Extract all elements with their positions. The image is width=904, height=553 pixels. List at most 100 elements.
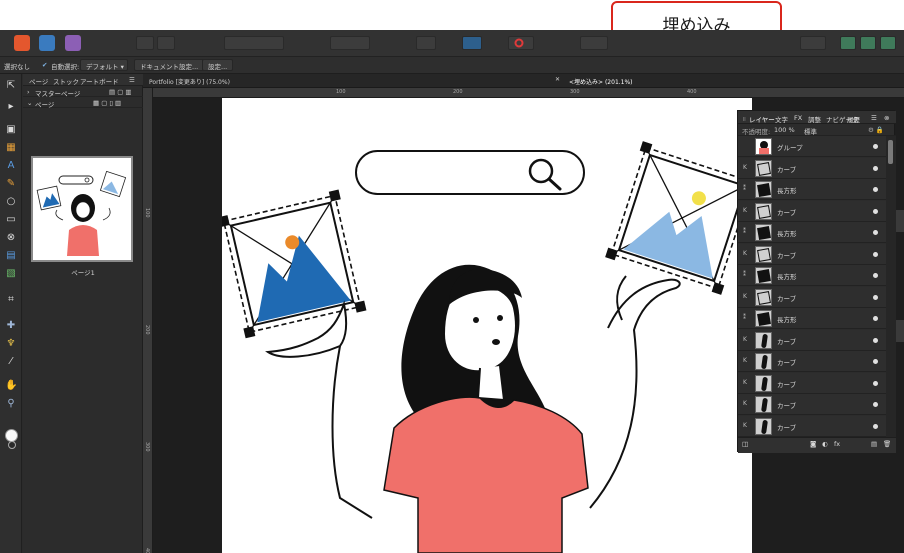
tab-layers[interactable]: レイヤー	[749, 114, 775, 124]
layer-row[interactable]: ⁑ 長方形	[738, 308, 886, 329]
ellipse-tool-icon[interactable]: ○	[5, 196, 17, 208]
layer-row[interactable]: K カーブ	[738, 415, 886, 437]
document-page[interactable]	[222, 98, 752, 553]
tab-artboards[interactable]: アートボード	[80, 76, 119, 86]
place-tool-icon[interactable]: ▧	[5, 268, 17, 280]
rectangle-tool-icon[interactable]: ▭	[5, 214, 17, 226]
zoom-tool-icon[interactable]: ⚲	[5, 398, 17, 410]
color-picker-tool-icon[interactable]: ▦	[5, 142, 17, 154]
auto-select-dropdown[interactable]: デフォルト ▾	[80, 59, 128, 71]
fx-layer-icon[interactable]: fx	[834, 440, 840, 448]
preferences-button[interactable]: 設定...	[202, 59, 234, 71]
mask-layer-icon[interactable]: ◙	[810, 440, 816, 448]
page-thumbnail[interactable]	[31, 156, 133, 262]
layers-scrollbar[interactable]	[886, 136, 896, 437]
blend-mode-dropdown[interactable]: 標準	[804, 126, 817, 136]
hand-tool-icon[interactable]: ✋	[5, 380, 17, 392]
move-tool-icon[interactable]: ⇱	[5, 80, 17, 92]
crop-tool-icon[interactable]: ⌗	[5, 294, 17, 306]
shape-tool-icon[interactable]: ⊗	[5, 232, 17, 244]
panel-menu-icon[interactable]: ☰	[871, 114, 877, 122]
image-tool-icon[interactable]: ▤	[5, 250, 17, 262]
layer-row[interactable]: K カーブ	[738, 351, 886, 372]
layer-name: 長方形	[777, 187, 797, 195]
layer-row[interactable]: ⁑ 長方形	[738, 265, 886, 286]
layer-visibility-toggle[interactable]	[873, 359, 878, 364]
layer-visibility-toggle[interactable]	[873, 294, 878, 300]
layer-row[interactable]: K カーブ	[738, 329, 886, 351]
panel-menu-icon[interactable]: ☰	[129, 76, 135, 84]
layer-visibility-toggle[interactable]	[873, 337, 878, 343]
layer-visibility-toggle[interactable]	[873, 187, 878, 192]
layer-visibility-toggle[interactable]	[873, 402, 878, 407]
snapping-icon[interactable]	[462, 36, 482, 50]
layer-row[interactable]: K カーブ	[738, 243, 886, 265]
layer-visibility-toggle[interactable]	[873, 144, 878, 149]
tab-history[interactable]: 履歴	[847, 114, 860, 124]
layer-row[interactable]: グループ	[738, 136, 886, 157]
adjustment-layer-icon[interactable]: ◐	[822, 440, 828, 448]
document-setup-button[interactable]: ドキュメント設定...	[134, 59, 205, 71]
layer-settings-icon[interactable]: ⚙ 🔒	[868, 126, 884, 134]
view-icon[interactable]	[416, 36, 436, 50]
layer-visibility-toggle[interactable]	[873, 208, 878, 214]
toolbar-button-group[interactable]	[330, 36, 370, 50]
layer-row[interactable]: K カーブ	[738, 286, 886, 308]
layer-row[interactable]: K カーブ	[738, 372, 886, 394]
layer-options-icon[interactable]: ◫	[742, 440, 748, 448]
close-panel-icon[interactable]: ⊗	[884, 114, 889, 122]
designer-persona-icon[interactable]	[14, 35, 30, 51]
toolbar-button-group[interactable]	[224, 36, 284, 50]
tab-character[interactable]: 文字	[775, 114, 788, 124]
boolean-intersect-icon[interactable]	[880, 36, 896, 50]
stroke-color-swatch[interactable]	[8, 441, 16, 449]
layer-visibility-toggle[interactable]	[873, 316, 878, 321]
tab-embedded-document[interactable]: <埋め込み> (201.1%)	[565, 74, 765, 88]
layers-scroll-thumb[interactable]	[888, 140, 893, 164]
toolbar-button[interactable]	[800, 36, 826, 50]
layer-visibility-toggle[interactable]	[873, 230, 878, 235]
magnet-icon[interactable]	[508, 36, 534, 50]
master-pages-section[interactable]: › マスターページ ▤ ▢ ▥	[23, 86, 143, 98]
layer-row[interactable]: K カーブ	[738, 200, 886, 222]
tab-portfolio-document[interactable]: Portfolio [変更あり] (75.0%) ✕	[145, 74, 560, 88]
page-actions-icon[interactable]: ▦ ▢ ▯ ▥	[93, 99, 121, 107]
settings-icon[interactable]	[157, 36, 175, 50]
toolbar-button[interactable]	[580, 36, 608, 50]
panel-collapse-handle[interactable]	[896, 210, 904, 232]
export-persona-icon[interactable]	[65, 35, 81, 51]
boolean-add-icon[interactable]	[840, 36, 856, 50]
opacity-field[interactable]: 100 %	[774, 126, 795, 134]
panel-collapse-handle[interactable]	[896, 320, 904, 342]
boolean-subtract-icon[interactable]	[860, 36, 876, 50]
tab-stock[interactable]: ストック	[53, 76, 79, 86]
toolbar-button[interactable]	[136, 36, 154, 50]
tab-pages[interactable]: ページ	[29, 76, 48, 86]
pixel-persona-icon[interactable]	[39, 35, 55, 51]
eyedropper-tool-icon[interactable]: ⁄	[5, 356, 17, 368]
layer-row[interactable]: K カーブ	[738, 394, 886, 415]
node-tool-icon[interactable]: ▸	[5, 101, 17, 113]
layer-visibility-toggle[interactable]	[873, 251, 878, 257]
delete-layer-icon[interactable]: 🗑	[883, 440, 891, 448]
layer-row[interactable]: ⁑ 長方形	[738, 222, 886, 243]
artboard-tool-icon[interactable]: ▣	[5, 124, 17, 136]
master-page-actions-icon[interactable]: ▤ ▢ ▥	[109, 88, 132, 96]
pages-section[interactable]: ⌄ ページ ▦ ▢ ▯ ▥	[23, 97, 143, 109]
layer-row[interactable]: ⁑ 長方形	[738, 179, 886, 200]
layer-row[interactable]: K カーブ	[738, 157, 886, 179]
text-tool-icon[interactable]: A	[5, 160, 17, 172]
layer-visibility-toggle[interactable]	[873, 273, 878, 278]
layer-visibility-toggle[interactable]	[873, 380, 878, 386]
layer-visibility-toggle[interactable]	[873, 165, 878, 171]
fill-tool-icon[interactable]: ✚	[5, 320, 17, 332]
ruler-tick-label: 200	[144, 325, 150, 335]
auto-select-checkbox[interactable]: ✔	[42, 61, 47, 69]
add-layer-icon[interactable]: ▤	[871, 440, 877, 448]
close-tab-icon[interactable]: ✕	[555, 76, 560, 83]
tab-adjustments[interactable]: 調整	[808, 114, 821, 124]
pen-tool-icon[interactable]: ✎	[5, 178, 17, 190]
tab-fx[interactable]: FX	[794, 114, 802, 122]
layer-visibility-toggle[interactable]	[873, 423, 878, 429]
transparency-tool-icon[interactable]: ♆	[5, 338, 17, 350]
